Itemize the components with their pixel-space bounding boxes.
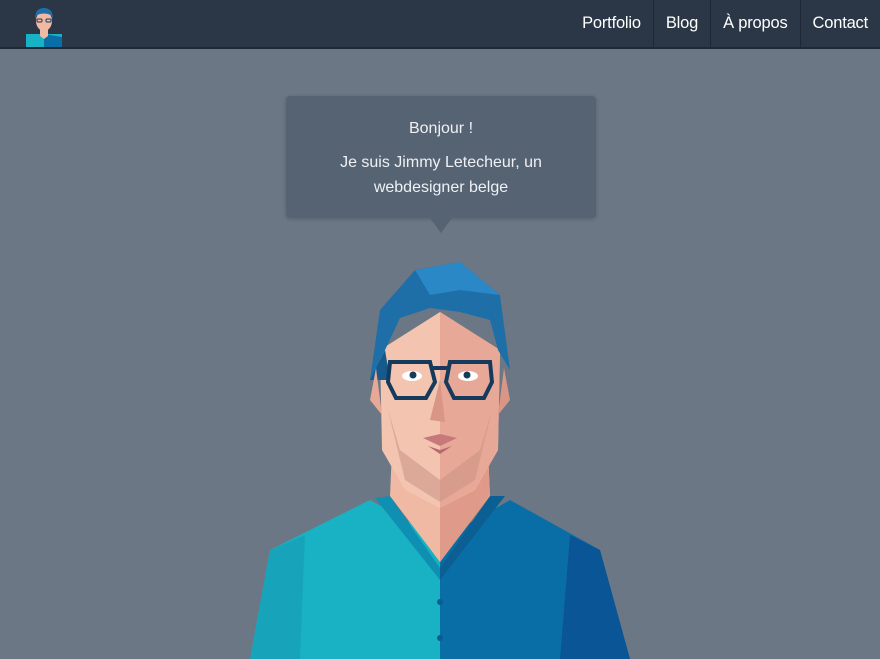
avatar-illustration-icon xyxy=(250,262,630,659)
nav-link-portfolio[interactable]: Portfolio xyxy=(570,0,653,47)
speech-bubble: Bonjour ! Je suis Jimmy Letecheur, un we… xyxy=(286,96,596,233)
navbar: Portfolio Blog À propos Contact xyxy=(0,0,880,49)
greeting-text: Bonjour ! xyxy=(408,120,474,137)
nav-link-contact[interactable]: Contact xyxy=(799,0,880,47)
avatar-logo-icon[interactable] xyxy=(22,4,66,47)
nav-menu: Portfolio Blog À propos Contact xyxy=(570,0,880,47)
nav-link-blog[interactable]: Blog xyxy=(652,0,710,47)
nav-link-about[interactable]: À propos xyxy=(710,0,799,47)
intro-text: Je suis Jimmy Letecheur, un webdesigner … xyxy=(340,154,542,196)
